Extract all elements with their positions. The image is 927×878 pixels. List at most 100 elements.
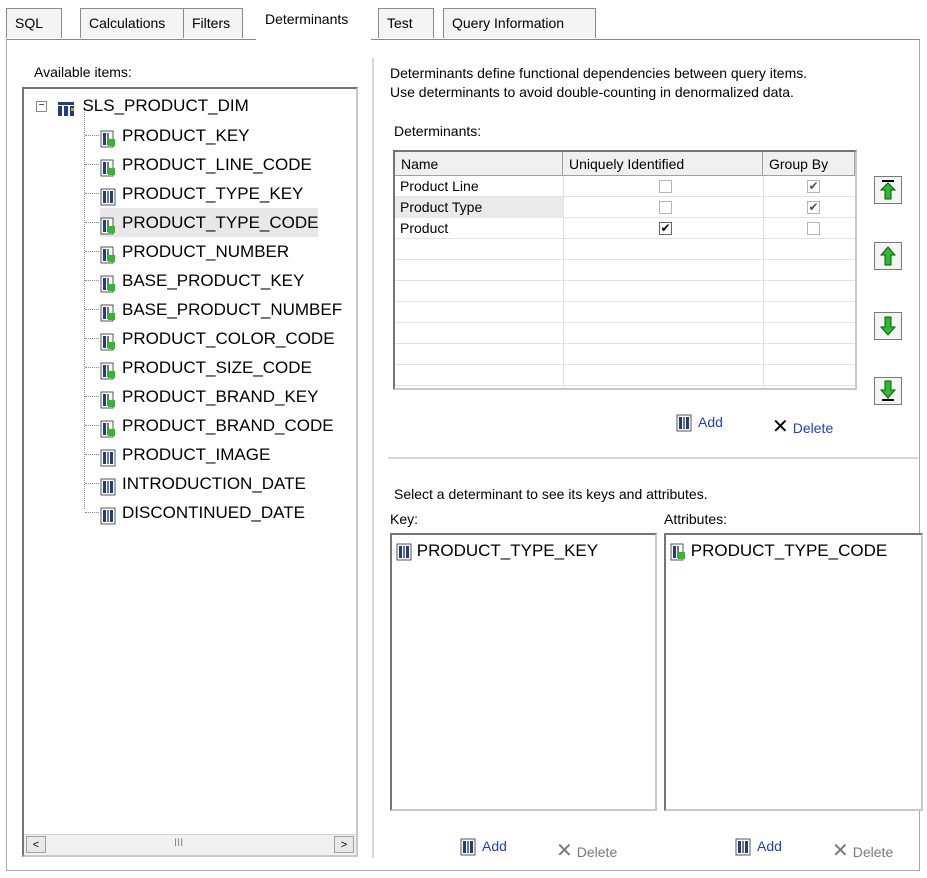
vertical-splitter[interactable] [372, 58, 374, 858]
horizontal-splitter[interactable] [388, 457, 918, 459]
attribute-icon [100, 331, 116, 351]
determinants-grid[interactable]: Name Uniquely Identified Group By Produc… [393, 150, 857, 390]
group-by-checkbox[interactable] [807, 222, 820, 235]
tree-item[interactable]: PRODUCT_TYPE_CODE [100, 208, 319, 237]
determinant-name-cell[interactable]: Product Line [395, 176, 563, 197]
tab-query-information[interactable]: Query Information [443, 8, 596, 38]
group-by-checkbox[interactable]: ✔ [807, 201, 820, 214]
delete-determinant-button[interactable]: ✕ Delete [772, 414, 833, 439]
move-to-top-button[interactable] [874, 176, 902, 204]
horizontal-scrollbar[interactable]: < III > [24, 834, 356, 855]
tree-guide-line [85, 135, 99, 136]
tab-determinants[interactable]: Determinants [256, 2, 371, 40]
tree-item[interactable]: PRODUCT_TYPE_KEY [100, 179, 303, 208]
tree-item-label: DISCONTINUED_DATE [122, 503, 305, 522]
tree-item-label: PRODUCT_SIZE_CODE [122, 358, 312, 377]
column-header-name[interactable]: Name [395, 152, 563, 176]
tree-item[interactable]: PRODUCT_SIZE_CODE [100, 353, 312, 382]
tree-item[interactable]: BASE_PRODUCT_KEY [100, 266, 304, 295]
tab-sql[interactable]: SQL [6, 8, 62, 38]
tree-item[interactable]: PRODUCT_BRAND_CODE [100, 411, 334, 440]
move-up-button[interactable] [874, 242, 902, 270]
scroll-thumb-grip[interactable]: III [174, 837, 183, 849]
tree-item[interactable]: PRODUCT_BRAND_KEY [100, 382, 319, 411]
move-bottom-icon [879, 380, 897, 401]
determinant-row [395, 365, 855, 386]
column-header-group-by[interactable]: Group By [763, 152, 855, 176]
hint-text: Select a determinant to see its keys and… [394, 486, 708, 502]
attribute-icon [100, 244, 116, 264]
available-items-tree[interactable]: − SLS_PRODUCT_DIM PRODUCT_KEY PRODUCT_LIN… [22, 87, 358, 857]
tree-item[interactable]: PRODUCT_IMAGE [100, 440, 270, 469]
column-divider [563, 176, 564, 388]
tree-item[interactable]: PRODUCT_NUMBER [100, 237, 289, 266]
tree-item[interactable]: PRODUCT_KEY [100, 121, 250, 150]
tree-guide-line [85, 454, 99, 455]
tree-item[interactable]: PRODUCT_LINE_CODE [100, 150, 312, 179]
arrow-up-icon [879, 246, 897, 266]
uniquely-identified-checkbox[interactable]: ✔ [659, 222, 672, 235]
measure-icon [676, 414, 692, 432]
delete-icon: ✕ [772, 416, 789, 438]
tree-item-label: PRODUCT_BRAND_KEY [122, 387, 319, 406]
attribute-icon [100, 215, 116, 235]
tree-item[interactable]: DISCONTINUED_DATE [100, 498, 305, 527]
tree-item[interactable]: PRODUCT_COLOR_CODE [100, 324, 335, 353]
move-down-button[interactable] [874, 312, 902, 340]
attribute-icon [100, 273, 116, 293]
determinant-name-cell[interactable]: Product Type [395, 197, 563, 218]
measure-icon [100, 505, 116, 525]
determinant-row [395, 260, 855, 281]
attribute-icon [100, 418, 116, 438]
determinants-label: Determinants: [394, 123, 482, 139]
tab-filters[interactable]: Filters [183, 8, 243, 38]
description-line-2: Use determinants to avoid double-countin… [390, 84, 794, 100]
tree-item[interactable]: INTRODUCTION_DATE [100, 469, 306, 498]
uniquely-identified-checkbox[interactable] [659, 201, 672, 214]
measure-icon [460, 838, 476, 856]
move-to-bottom-button[interactable] [874, 377, 902, 405]
tree-guide-line [85, 309, 99, 310]
available-items-label: Available items: [34, 64, 132, 80]
tree-root[interactable]: − SLS_PRODUCT_DIM [36, 91, 249, 120]
determinant-row[interactable]: Product Type ✔ [395, 197, 855, 218]
add-attribute-button[interactable]: Add [735, 838, 782, 856]
determinant-name-cell[interactable]: Product [395, 218, 563, 239]
attribute-item[interactable]: PRODUCT_TYPE_CODE [670, 541, 887, 561]
tree-item-label: INTRODUCTION_DATE [122, 474, 306, 493]
tree-guide-line [85, 280, 99, 281]
column-header-uniquely-identified[interactable]: Uniquely Identified [563, 152, 763, 176]
determinant-row[interactable]: Product ✔ [395, 218, 855, 239]
tree-item-label: PRODUCT_TYPE_CODE [122, 213, 319, 232]
tab-calculations[interactable]: Calculations [80, 8, 184, 38]
delete-key-button[interactable]: ✕ Delete [556, 838, 617, 863]
determinant-row [395, 323, 855, 344]
measure-icon [100, 186, 116, 206]
tree-guide-line [85, 396, 99, 397]
collapse-icon[interactable]: − [36, 101, 47, 113]
key-item[interactable]: PRODUCT_TYPE_KEY [396, 541, 598, 561]
scroll-right-icon[interactable]: > [334, 836, 354, 853]
tab-test[interactable]: Test [378, 8, 434, 38]
tree-guide-line [84, 107, 85, 509]
tree-item-label: PRODUCT_NUMBER [122, 242, 290, 261]
attribute-icon [100, 128, 116, 148]
determinant-row[interactable]: Product Line ✔ [395, 176, 855, 197]
determinant-row [395, 344, 855, 365]
attributes-list[interactable]: PRODUCT_TYPE_CODE [664, 533, 923, 811]
group-by-checkbox[interactable]: ✔ [807, 180, 820, 193]
uniquely-identified-checkbox[interactable] [659, 180, 672, 193]
key-list[interactable]: PRODUCT_TYPE_KEY [390, 533, 657, 811]
tree-item-label: PRODUCT_BRAND_CODE [122, 416, 334, 435]
scroll-left-icon[interactable]: < [26, 836, 46, 853]
delete-attribute-button[interactable]: ✕ Delete [832, 838, 893, 863]
tree-guide-line [85, 483, 99, 484]
tab-strip: SQL Calculations Filters Determinants Te… [0, 0, 927, 40]
add-key-button[interactable]: Add [460, 838, 507, 856]
tree-guide-line [85, 193, 99, 194]
add-determinant-button[interactable]: Add [676, 414, 723, 432]
attribute-icon [100, 157, 116, 177]
tree-item-label: PRODUCT_IMAGE [122, 445, 271, 464]
tree-item[interactable]: BASE_PRODUCT_NUMBEF [100, 295, 342, 324]
determinant-row [395, 281, 855, 302]
